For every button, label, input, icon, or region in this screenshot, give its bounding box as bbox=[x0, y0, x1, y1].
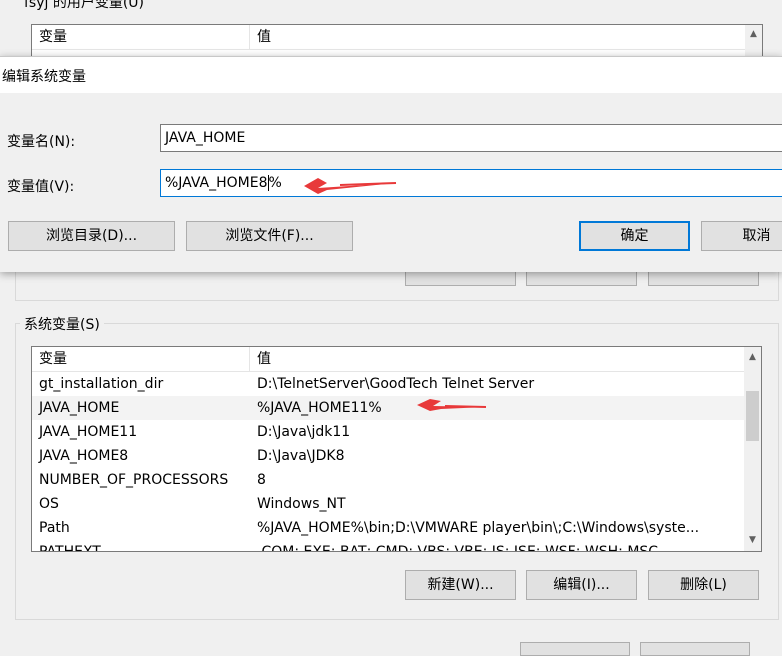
annotation-arrows bbox=[304, 178, 487, 411]
arrow-annotation-java-home-row bbox=[417, 399, 487, 411]
arrow-annotation-value-field bbox=[304, 178, 397, 194]
